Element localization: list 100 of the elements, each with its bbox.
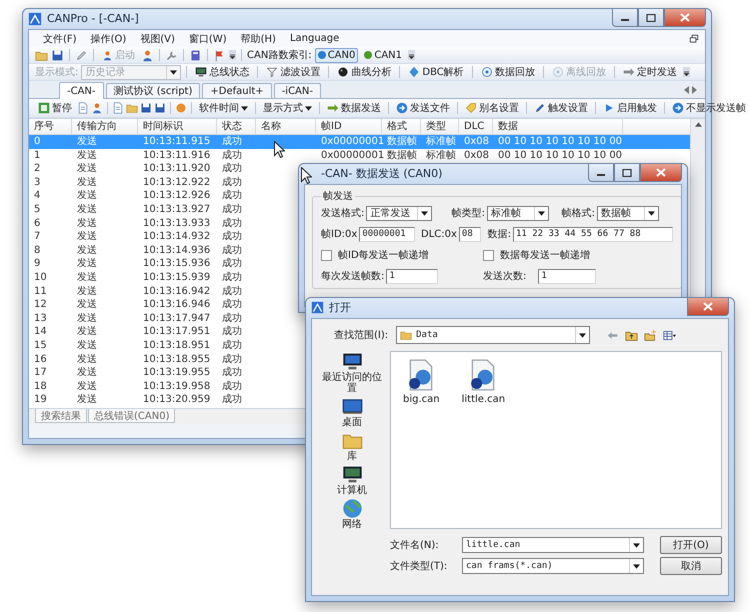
file-name[interactable]: little.can [462,394,506,405]
column-header[interactable]: 名称 [256,119,316,135]
column-header[interactable]: 时间标识 [138,119,217,135]
checkbox[interactable] [321,250,332,260]
toolbar-button[interactable]: 触发设置 [531,100,591,116]
tab[interactable]: +Default+ [202,83,272,98]
table-cell-text: 0 [33,135,42,149]
toolbar-button[interactable]: 定时发送 [620,64,680,80]
dropdown-button[interactable]: 显示方式 [260,100,315,116]
toolbar-button[interactable]: 数据回放 [478,64,538,80]
menu-item[interactable]: 窗口(W) [188,32,227,46]
table-cell-text: 成功 [221,189,243,203]
column-header[interactable]: 传输方向 [72,119,138,135]
overflow-icon[interactable] [682,67,690,77]
input-field[interactable]: 08 [458,226,481,242]
channel-button[interactable]: CAN0 [314,48,358,62]
column-header[interactable]: 状态 [217,119,256,135]
place-label[interactable]: 计算机 [322,485,382,496]
file-name[interactable]: big.can [403,394,440,405]
column-header[interactable]: 类型 [421,119,459,135]
select-field[interactable]: 正常发送 [366,206,432,220]
place-label[interactable]: 最近访问的位置 [322,372,382,394]
table-cell-text: 10:13:14.932 [142,230,212,244]
input-field[interactable]: 1 [538,268,596,284]
scroll-right-icon[interactable] [692,86,697,94]
globe-icon[interactable] [342,498,362,519]
book-icon[interactable] [189,48,202,62]
close-button[interactable] [664,9,706,27]
minimize-button[interactable] [612,9,638,27]
save-icon[interactable] [154,102,166,114]
input-field[interactable]: 00000001 [359,226,416,242]
place-label[interactable]: 桌面 [322,417,382,428]
table-cell-text: 10:13:17.951 [142,325,212,339]
tab[interactable]: 测试协议 (script) [106,83,200,98]
table-cell-text: 发送 [76,380,98,394]
select-field[interactable]: little.can [462,537,644,553]
scroll-up-icon[interactable] [694,122,702,127]
table-cell-text: 发送 [76,216,98,230]
toolbar-button[interactable]: 数据发送 [324,100,384,116]
dialog-button[interactable]: 打开(O) [660,536,722,554]
toolbar-button[interactable]: 暂停 [35,100,75,116]
computer-icon[interactable] [342,351,362,372]
toolbar-button[interactable]: 不显示发送帧 [669,100,749,116]
column-header[interactable]: DLC [459,119,493,135]
table-cell-text: 成功 [221,216,243,230]
tab[interactable]: -iCAN- [274,83,321,98]
toolbar-button[interactable]: DBC解析 [405,64,467,80]
person-icon [102,50,113,60]
select-field[interactable]: 标准帧 [487,206,549,220]
tab[interactable]: -CAN- [59,82,104,99]
channel-button[interactable]: CAN1 [361,48,406,62]
place-label[interactable]: 网络 [322,519,382,530]
new-folder-icon[interactable] [644,328,658,342]
view-menu-icon[interactable] [663,328,676,342]
select-field[interactable]: Data [396,326,590,344]
toolbar-button[interactable]: 滤波设置 [263,64,324,80]
toolbar-button[interactable]: 曲线分析 [334,64,394,80]
close-button[interactable] [640,164,682,182]
person-icon[interactable] [141,48,154,62]
person-icon[interactable] [91,102,103,114]
close-button[interactable] [687,298,729,316]
cursor-icon [274,141,285,158]
menu-item[interactable]: 视图(V) [140,32,175,46]
maximize-button[interactable] [614,164,640,182]
document-icon[interactable] [77,102,89,114]
menu-item[interactable]: Language [290,33,340,44]
document-icon[interactable] [112,102,124,114]
monitor-icon[interactable] [342,464,362,485]
select-field[interactable]: can frams(*.can) [462,558,644,574]
filter-icon [266,66,278,78]
column-header[interactable]: 格式 [382,119,421,135]
minimize-button[interactable] [588,164,614,182]
toolbar-button[interactable]: 别名设置 [462,100,522,116]
save-icon[interactable] [51,48,64,62]
dropdown-button[interactable]: 软件时间 [196,100,251,116]
column-header[interactable]: 序号 [29,119,72,135]
maximize-button[interactable] [638,9,664,27]
menu-item[interactable]: 文件(F) [43,32,77,46]
bottom-tab[interactable]: 搜索结果 [35,409,87,423]
toolbar-button[interactable]: 发送文件 [393,100,453,116]
input-field[interactable]: 1 [386,268,438,284]
column-header[interactable]: 数据 [493,119,623,135]
overflow-icon[interactable] [408,50,416,60]
folder-icon[interactable] [126,102,138,114]
wrench-icon[interactable] [165,48,178,62]
bottom-tab[interactable]: 总线错误(CAN0) [88,409,176,423]
input-field[interactable]: 11 22 33 44 55 66 77 88 [513,226,673,242]
toolbar-button[interactable]: 总线状态 [192,64,252,80]
menu-item[interactable]: 操作(O) [90,32,126,46]
restore-icon[interactable] [689,34,699,44]
scroll-left-icon[interactable] [684,86,689,94]
toolbar-button[interactable]: 启用触发 [600,100,660,116]
menu-item[interactable]: 帮助(H) [240,32,276,46]
column-header[interactable]: 帧ID [316,119,382,135]
checkbox[interactable] [483,250,494,260]
select-field[interactable]: 数据帧 [597,206,659,220]
place-label[interactable]: 库 [322,451,382,462]
dialog-button[interactable]: 取消 [660,557,722,575]
save-icon[interactable] [140,102,152,114]
overflow-icon[interactable] [229,50,236,60]
